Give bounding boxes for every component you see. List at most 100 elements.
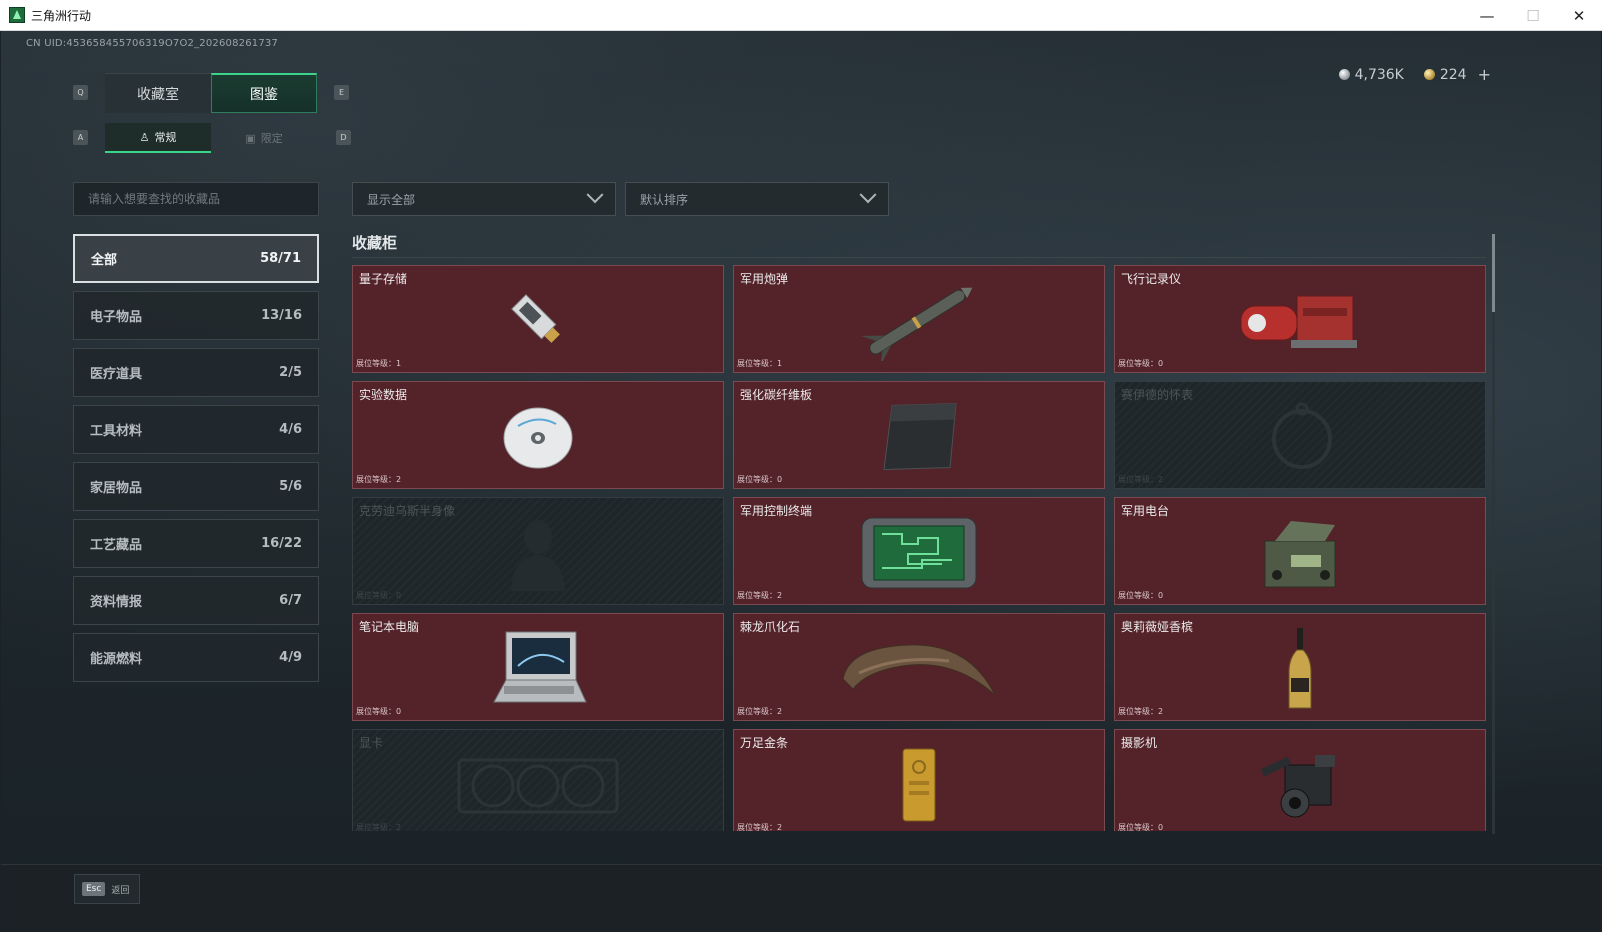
item-name: 赛伊德的怀表 [1121,388,1194,402]
item-level: 展位等级：2 [356,823,402,831]
tab-codex[interactable]: 图鉴 [211,73,317,113]
item-level: 展位等级：1 [356,359,402,368]
key-hint-q: Q [73,85,88,100]
item-name: 军用炮弹 [740,272,789,286]
item-level: 展位等级：0 [1118,359,1164,368]
bust-icon [511,520,565,592]
gold-currency: 224 + [1423,65,1491,84]
subtab-regular[interactable]: ♙ 常规 [105,123,211,153]
collection-card[interactable]: 棘龙爪化石 展位等级：2 [733,613,1105,721]
category-intel[interactable]: 资料情报 6/7 [73,576,319,625]
category-count: 4/9 [279,650,302,665]
main-tabs: 收藏室 图鉴 [105,73,317,113]
category-energy[interactable]: 能源燃料 4/9 [73,633,319,682]
key-hint-d: D [336,130,351,145]
pocket-watch-icon [1272,402,1332,470]
sort-dropdown-value: 默认排序 [640,192,689,207]
item-level: 展位等级：0 [356,591,402,600]
collection-card[interactable]: 实验数据 展位等级：2 [352,381,724,489]
item-level: 展位等级：2 [737,591,783,600]
missile-icon [861,287,973,362]
category-label: 全部 [91,253,118,268]
tab-collection-room[interactable]: 收藏室 [105,73,211,113]
item-level: 展位等级：2 [737,707,783,716]
item-name: 奥莉薇娅香槟 [1121,620,1194,634]
category-label: 家居物品 [90,481,143,496]
collection-card-locked[interactable]: 克劳迪乌斯半身像 展位等级：0 [352,497,724,605]
window-controls: — ☐ ✕ [1464,0,1602,31]
back-button[interactable]: Esc 返回 [74,874,140,904]
sort-dropdown[interactable]: 默认排序 [625,182,889,216]
item-level: 展位等级：0 [1118,591,1164,600]
category-all[interactable]: 全部 58/71 [73,234,319,283]
category-count: 58/71 [260,251,301,266]
terminal-icon [861,517,977,589]
item-name: 显卡 [359,736,384,750]
collection-card[interactable]: 飞行记录仪 展位等级：0 [1114,265,1486,373]
game-viewport: CN UID:453658455706319O7O2_202608261737 … [1,31,1601,931]
key-hint-a: A [73,130,88,145]
item-level: 展位等级：1 [737,359,783,368]
radio-icon [1264,521,1336,588]
item-level: 展位等级：0 [737,475,783,484]
search-input[interactable] [73,182,319,216]
collection-card[interactable]: 强化碳纤维板 展位等级：0 [733,381,1105,489]
bottom-bar [1,864,1601,931]
item-name: 量子存储 [359,272,408,286]
window-titlebar: 三角洲行动 — ☐ ✕ [0,0,1602,31]
close-button[interactable]: ✕ [1556,0,1602,31]
disc-icon [503,407,573,469]
grid-scrollbar-thumb[interactable] [1492,234,1495,312]
collection-card[interactable]: 军用电台 展位等级：0 [1114,497,1486,605]
collection-card-locked[interactable]: 赛伊德的怀表 展位等级：2 [1114,381,1486,489]
app-logo-icon [9,7,25,23]
item-name: 飞行记录仪 [1121,272,1182,286]
category-label: 医疗道具 [90,367,143,382]
collection-card[interactable]: 军用炮弹 展位等级：1 [733,265,1105,373]
item-name: 克劳迪乌斯半身像 [359,504,456,518]
item-level: 展位等级：0 [356,707,402,716]
category-label: 电子物品 [90,310,143,325]
item-level: 展位等级：2 [1118,475,1164,484]
claw-fossil-icon [842,644,996,696]
carbon-plate-icon [883,403,957,471]
section-title: 收藏柜 [352,234,398,252]
item-name: 实验数据 [359,388,408,402]
category-medical[interactable]: 医疗道具 2/5 [73,348,319,397]
collection-card[interactable]: 量子存储 展位等级：1 [352,265,724,373]
section-divider [352,257,1486,258]
figure-icon: ♙ [139,130,150,144]
collection-card[interactable]: 军用控制终端 展位等级：2 [733,497,1105,605]
item-name: 笔记本电脑 [359,620,420,634]
silver-amount: 4,736K [1354,66,1404,83]
category-tools[interactable]: 工具材料 4/6 [73,405,319,454]
collection-card[interactable]: 万足金条 展位等级：2 [733,729,1105,831]
flight-recorder-icon [1240,295,1357,349]
image-icon: ▣ [245,131,256,145]
filter-dropdown[interactable]: 显示全部 [352,182,616,216]
add-currency-button[interactable]: + [1478,65,1491,84]
item-name: 摄影机 [1121,736,1158,750]
key-hint-e: E [334,85,349,100]
user-uid: CN UID:453658455706319O7O2_202608261737 [26,38,279,49]
grid-scrollbar-track[interactable] [1492,234,1495,834]
subtab-limited-label: 限定 [260,132,283,145]
collection-card[interactable]: 摄影机 展位等级：0 [1114,729,1486,831]
maximize-button[interactable]: ☐ [1510,0,1556,31]
collection-card-locked[interactable]: 显卡 展位等级：2 [352,729,724,831]
gpu-icon [457,758,619,814]
subtab-limited[interactable]: ▣ 限定 [211,123,317,153]
category-count: 13/16 [261,308,302,323]
esc-key-hint: Esc [82,882,106,896]
item-level: 展位等级：0 [1118,823,1164,831]
collection-card[interactable]: 笔记本电脑 展位等级：0 [352,613,724,721]
category-crafts[interactable]: 工艺藏品 16/22 [73,519,319,568]
collection-card[interactable]: 奥莉薇娅香槟 展位等级：2 [1114,613,1486,721]
currency-bar: 4,736K 224 + [1338,65,1491,84]
minimize-button[interactable]: — [1464,0,1510,31]
category-sidebar: 全部 58/71 电子物品 13/16 医疗道具 2/5 工具材料 4/6 家居… [73,234,319,690]
category-electronics[interactable]: 电子物品 13/16 [73,291,319,340]
collection-grid: 量子存储 展位等级：1 军用炮弹 展位等级：1 飞行记录仪 展位等级：0 实验数… [352,265,1486,831]
category-household[interactable]: 家居物品 5/6 [73,462,319,511]
category-count: 4/6 [279,422,302,437]
